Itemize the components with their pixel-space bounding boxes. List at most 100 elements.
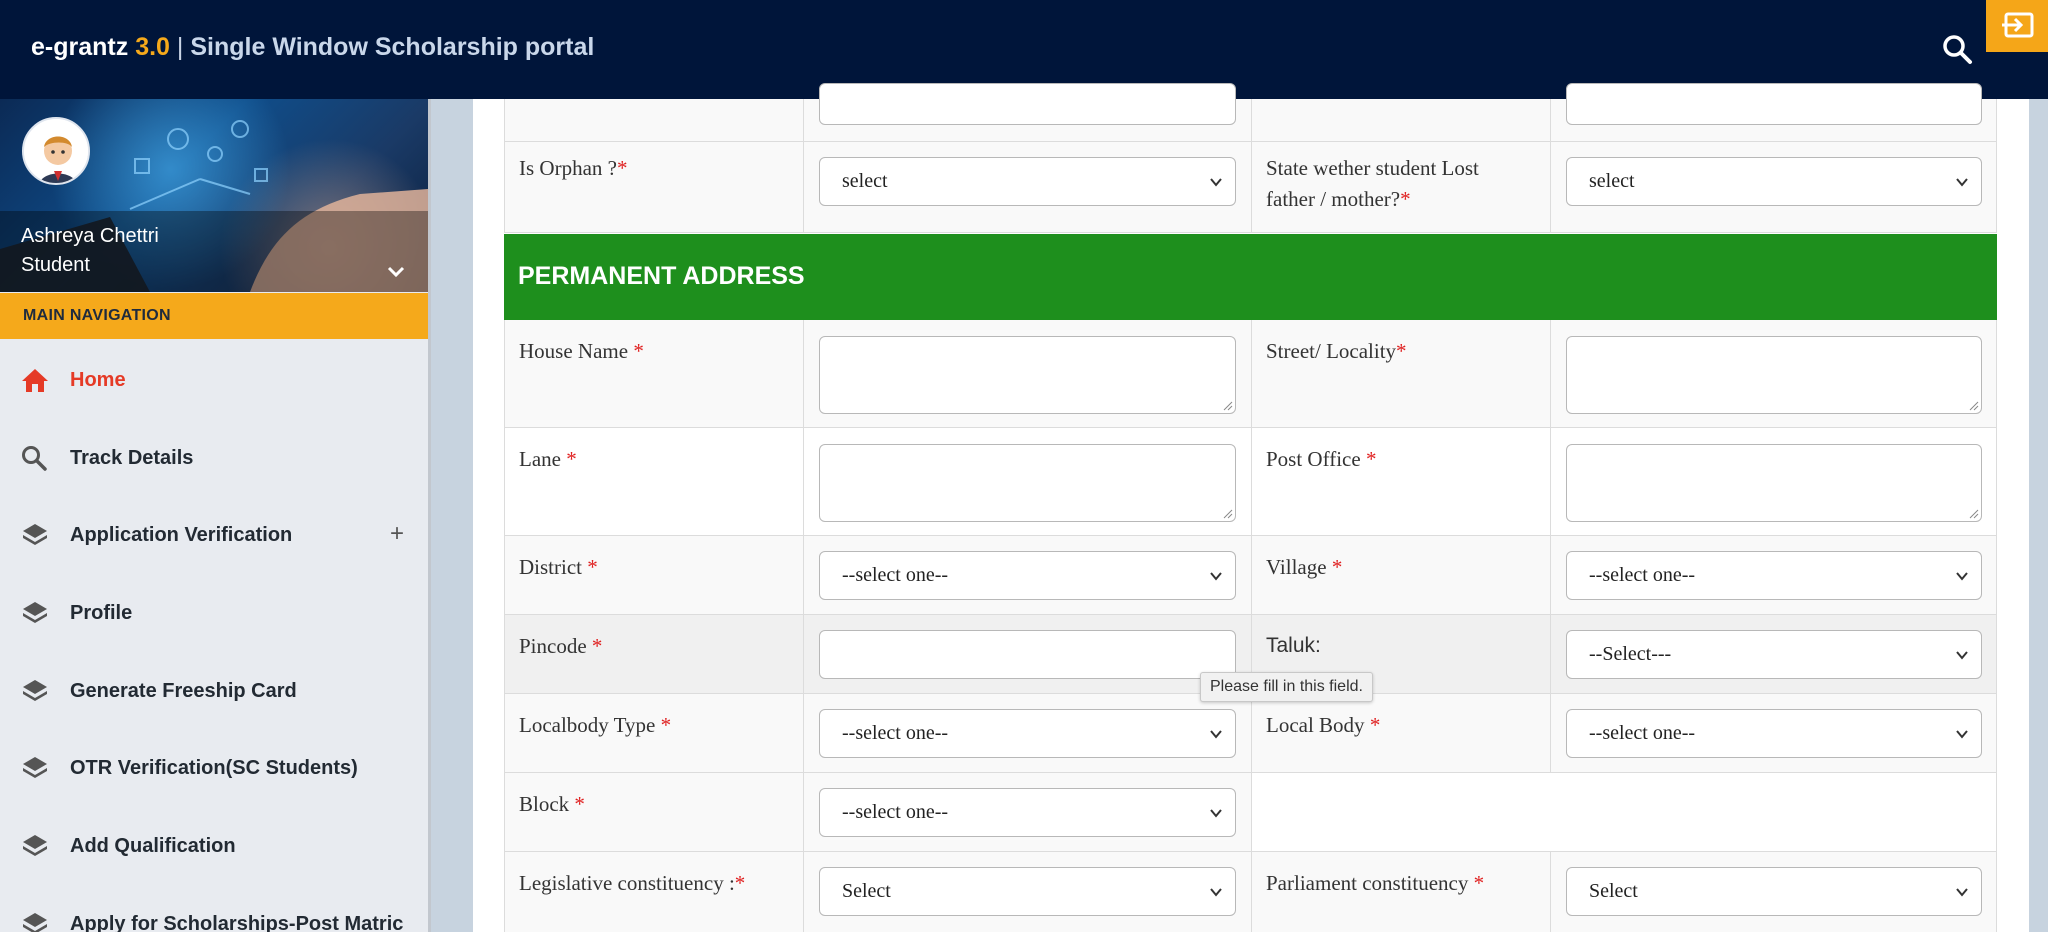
search-icon[interactable] <box>1940 32 1976 68</box>
sidebar-item-label: Add Qualification <box>70 835 236 857</box>
layers-icon <box>20 754 50 782</box>
parliament-select-value: Select <box>1589 880 1638 902</box>
form-cell: --select one-- <box>803 694 1251 772</box>
sidebar-item-apply-scholarships-post-matric[interactable]: Apply for Scholarships-Post Matric <box>0 893 428 932</box>
form-cell <box>1550 428 1997 535</box>
street-field[interactable] <box>1566 336 1982 414</box>
form-cell <box>1251 99 1550 141</box>
resize-grip-icon[interactable] <box>1967 507 1979 519</box>
brand-subtitle: Single Window Scholarship portal <box>190 33 595 61</box>
form-row-lane: Lane * Post Office * <box>504 428 1997 536</box>
brand-version: 3.0 <box>135 33 170 61</box>
form-cell: --select one-- <box>1550 694 1997 772</box>
district-select[interactable]: --select one-- <box>819 551 1236 600</box>
form-cell: Is Orphan ?* <box>504 142 803 232</box>
lane-field[interactable] <box>819 444 1236 522</box>
sidebar-item-application-verification[interactable]: Application Verification + <box>0 504 428 564</box>
form-cell: Local Body * <box>1251 694 1550 772</box>
chevron-down-icon <box>1210 888 1222 897</box>
district-label: District * <box>519 555 598 579</box>
form-row-orphan: Is Orphan ?* select State wether student… <box>504 142 1997 233</box>
sidebar-item-profile[interactable]: Profile <box>0 582 428 642</box>
post-office-field[interactable] <box>1566 444 1982 522</box>
resize-grip-icon[interactable] <box>1967 399 1979 411</box>
cut-input-field[interactable] <box>819 83 1236 125</box>
form-cell <box>803 83 1251 141</box>
resize-grip-icon[interactable] <box>1221 507 1233 519</box>
sidebar-item-label: Profile <box>70 602 133 624</box>
form-cell: Parliament constituency * <box>1251 852 1550 932</box>
lost-parent-select[interactable]: select <box>1566 157 1982 206</box>
chevron-down-icon <box>1210 730 1222 739</box>
district-select-value: --select one-- <box>842 564 949 586</box>
logout-icon <box>2002 12 2034 38</box>
orphan-select[interactable]: select <box>819 157 1236 206</box>
brand-name: e-grantz <box>31 33 129 61</box>
taluk-select[interactable]: --Select--- <box>1566 630 1982 679</box>
house-name-field[interactable] <box>819 336 1236 414</box>
chevron-down-icon <box>1210 572 1222 581</box>
search-icon <box>20 444 50 472</box>
chevron-down-icon[interactable] <box>384 259 408 283</box>
house-name-label: House Name * <box>519 339 644 363</box>
form-cell: Pincode * <box>504 615 803 693</box>
brand-title[interactable]: e-grantz 3.0 | Single Window Scholarship… <box>31 33 594 62</box>
form-cell <box>1550 320 1997 427</box>
form-row-constituency: Legislative constituency :* Select Parli… <box>504 852 1997 932</box>
resize-grip-icon[interactable] <box>1221 399 1233 411</box>
sidebar-item-otr-verification[interactable]: OTR Verification(SC Students) <box>0 737 428 797</box>
local-body-select[interactable]: --select one-- <box>1566 709 1982 758</box>
home-icon <box>20 366 50 394</box>
form-cell <box>803 428 1251 535</box>
sidebar-item-label: Home <box>70 369 126 391</box>
form-cell: --select one-- <box>1550 536 1997 614</box>
expand-plus-icon[interactable]: + <box>390 522 404 546</box>
sidebar: Ashreya Chettri Student MAIN NAVIGATION … <box>0 99 431 932</box>
chevron-down-icon <box>1956 572 1968 581</box>
layers-icon <box>20 599 50 627</box>
legislative-select[interactable]: Select <box>819 867 1236 916</box>
chevron-down-icon <box>1210 809 1222 818</box>
form-cell: Select <box>803 852 1251 932</box>
localbody-type-select-value: --select one-- <box>842 722 949 744</box>
pincode-field[interactable] <box>819 630 1236 679</box>
avatar <box>22 117 90 185</box>
form-cell: Lane * <box>504 428 803 535</box>
localbody-type-select[interactable]: --select one-- <box>819 709 1236 758</box>
form-cell: Block * <box>504 773 803 851</box>
village-select[interactable]: --select one-- <box>1566 551 1982 600</box>
form-cell: Select <box>1550 852 1997 932</box>
form-row-district: District * --select one-- Village * --se… <box>504 536 1997 615</box>
logout-button[interactable] <box>1986 0 2048 52</box>
layers-icon <box>20 521 50 549</box>
block-select-value: --select one-- <box>842 801 949 823</box>
chevron-down-icon <box>1956 651 1968 660</box>
form-cell: Street/ Locality* <box>1251 320 1550 427</box>
pincode-label: Pincode * <box>519 634 603 658</box>
block-label: Block * <box>519 792 585 816</box>
sidebar-item-track-details[interactable]: Track Details <box>0 427 428 487</box>
parliament-select[interactable]: Select <box>1566 867 1982 916</box>
layers-icon <box>20 832 50 860</box>
lane-label: Lane * <box>519 447 577 471</box>
section-title: PERMANENT ADDRESS <box>518 262 805 290</box>
form-cell: --select one-- <box>803 773 1251 851</box>
lost-parent-select-value: select <box>1589 170 1635 192</box>
form-row-block: Block * --select one-- <box>504 773 1997 852</box>
parliament-label: Parliament constituency * <box>1266 871 1485 895</box>
orphan-select-value: select <box>842 170 888 192</box>
localbody-type-label: Localbody Type * <box>519 713 672 737</box>
form-cell: District * <box>504 536 803 614</box>
sidebar-item-home[interactable]: Home <box>0 349 428 409</box>
form-cell: House Name * <box>504 320 803 427</box>
sidebar-item-label: OTR Verification(SC Students) <box>70 757 358 779</box>
cut-input-field[interactable] <box>1566 83 1982 125</box>
form-cell <box>504 99 803 141</box>
user-panel-overlay <box>0 211 428 292</box>
sidebar-item-label: Apply for Scholarships-Post Matric <box>70 913 404 932</box>
sidebar-item-add-qualification[interactable]: Add Qualification <box>0 815 428 875</box>
block-select[interactable]: --select one-- <box>819 788 1236 837</box>
sidebar-item-generate-freeship-card[interactable]: Generate Freeship Card <box>0 660 428 720</box>
main-navigation-header: MAIN NAVIGATION <box>0 293 428 339</box>
sidebar-item-label: Generate Freeship Card <box>70 680 297 702</box>
